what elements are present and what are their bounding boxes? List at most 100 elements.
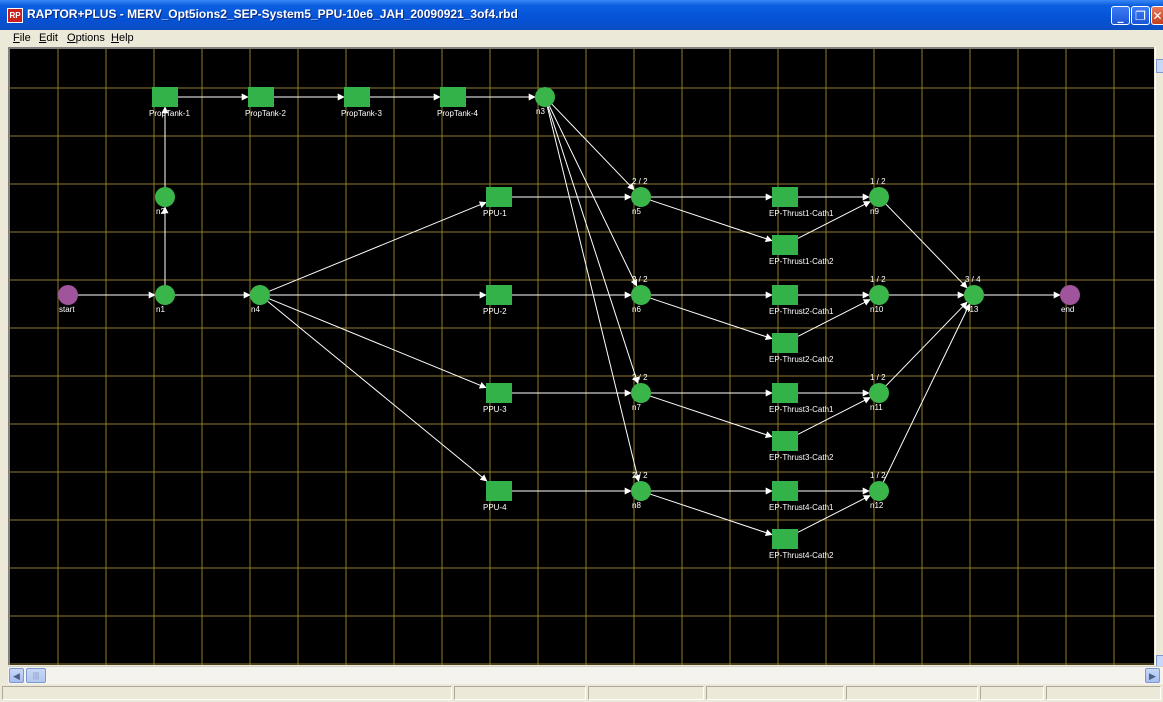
- menu-help[interactable]: Help: [111, 32, 134, 44]
- node-label-n12: n12: [870, 501, 884, 510]
- chevron-right-icon: ▶: [1149, 671, 1156, 681]
- node-label-n7: n7: [632, 403, 641, 412]
- node-vote-n9: 1 / 2: [870, 177, 886, 186]
- block-label-ppu3: PPU-3: [483, 405, 507, 414]
- block-t3c1[interactable]: [772, 383, 798, 403]
- block-t2c2[interactable]: [772, 333, 798, 353]
- connector-n7-t3c2[interactable]: [650, 395, 773, 438]
- connector-t3c2-n11[interactable]: [797, 397, 871, 435]
- block-label-t4c1: EP-Thrust4-Cath1: [769, 503, 834, 512]
- connector-t4c2-n12[interactable]: [797, 495, 871, 533]
- node-n7[interactable]: [631, 383, 651, 403]
- connector-n3-n6[interactable]: [548, 105, 638, 287]
- node-n12[interactable]: [869, 481, 889, 501]
- minimize-icon: _: [1117, 9, 1124, 23]
- title-bar[interactable]: RP RAPTOR+PLUS - MERV_Opt5ions2_SEP-Syst…: [0, 0, 1163, 30]
- node-vote-n11: 1 / 2: [870, 373, 886, 382]
- close-button[interactable]: ✕: [1151, 6, 1163, 25]
- node-n10[interactable]: [869, 285, 889, 305]
- app-window: RP RAPTOR+PLUS - MERV_Opt5ions2_SEP-Syst…: [0, 0, 1163, 702]
- status-panel-6: [980, 686, 1044, 700]
- block-label-t4c2: EP-Thrust4-Cath2: [769, 551, 834, 560]
- connector-n4-ppu3[interactable]: [269, 298, 487, 389]
- node-label-n6: n6: [632, 305, 641, 314]
- scroll-up-button[interactable]: [1156, 59, 1163, 73]
- horizontal-scrollbar[interactable]: ◀ ||| ▶: [8, 666, 1163, 684]
- connector-t1c2-n9[interactable]: [797, 201, 871, 239]
- minimize-button[interactable]: _: [1111, 6, 1130, 25]
- block-label-ppu1: PPU-1: [483, 209, 507, 218]
- block-t2c1[interactable]: [772, 285, 798, 305]
- rbd-diagram[interactable]: start end n1 n2 n3 n4 n5 2 / 2 n6 2 / 2 n7 2 / 2 n8 2…: [10, 49, 1154, 665]
- menu-file[interactable]: File: [13, 32, 31, 44]
- node-label-n2: n2: [156, 207, 165, 216]
- block-pt3[interactable]: [344, 87, 370, 107]
- connector-n6-t2c2[interactable]: [650, 297, 773, 340]
- block-ppu4[interactable]: [486, 481, 512, 501]
- block-label-ppu4: PPU-4: [483, 503, 507, 512]
- node-n6[interactable]: [631, 285, 651, 305]
- node-label-n10: n10: [870, 305, 884, 314]
- block-t4c1[interactable]: [772, 481, 798, 501]
- connector-n3-n7[interactable]: [547, 106, 640, 385]
- connector-n11-n13[interactable]: [885, 301, 968, 387]
- scroll-right-button[interactable]: ▶: [1145, 668, 1160, 683]
- window-title: RAPTOR+PLUS - MERV_Opt5ions2_SEP-System5…: [27, 7, 518, 21]
- block-label-t1c1: EP-Thrust1-Cath1: [769, 209, 834, 218]
- block-t4c2[interactable]: [772, 529, 798, 549]
- block-label-t1c2: EP-Thrust1-Cath2: [769, 257, 834, 266]
- node-n5[interactable]: [631, 187, 651, 207]
- menu-options[interactable]: Options: [67, 32, 105, 44]
- connector-n12-n13[interactable]: [882, 303, 971, 483]
- block-pt1[interactable]: [152, 87, 178, 107]
- status-panel-1: [2, 686, 452, 700]
- restore-icon: ❐: [1135, 9, 1146, 23]
- status-panel-5: [846, 686, 978, 700]
- status-panel-2: [454, 686, 586, 700]
- block-label-t3c2: EP-Thrust3-Cath2: [769, 453, 834, 462]
- block-label-t3c1: EP-Thrust3-Cath1: [769, 405, 834, 414]
- node-n9[interactable]: [869, 187, 889, 207]
- node-n2[interactable]: [155, 187, 175, 207]
- block-pt2[interactable]: [248, 87, 274, 107]
- node-vote-n12: 1 / 2: [870, 471, 886, 480]
- connector-n5-t1c2[interactable]: [650, 199, 773, 242]
- node-n4[interactable]: [250, 285, 270, 305]
- menu-bar: File Edit Options Help: [0, 30, 1163, 47]
- block-ppu2[interactable]: [486, 285, 512, 305]
- block-label-pt1: PropTank-1: [149, 109, 190, 118]
- connector-n3-n8[interactable]: [546, 106, 641, 482]
- block-pt4[interactable]: [440, 87, 466, 107]
- scroll-thumb[interactable]: |||: [26, 668, 46, 683]
- block-label-ppu2: PPU-2: [483, 307, 507, 316]
- block-label-pt4: PropTank-4: [437, 109, 478, 118]
- block-ppu3[interactable]: [486, 383, 512, 403]
- node-n13[interactable]: [964, 285, 984, 305]
- block-t1c1[interactable]: [772, 187, 798, 207]
- terminal-end[interactable]: [1060, 285, 1080, 305]
- close-icon: ✕: [1152, 9, 1163, 23]
- vertical-scrollbar[interactable]: [1155, 47, 1163, 669]
- node-vote-n5: 2 / 2: [632, 177, 648, 186]
- block-t3c2[interactable]: [772, 431, 798, 451]
- terminal-start[interactable]: [58, 285, 78, 305]
- status-panel-3: [588, 686, 704, 700]
- connector-n9-n13[interactable]: [885, 203, 968, 289]
- node-n8[interactable]: [631, 481, 651, 501]
- node-n1[interactable]: [155, 285, 175, 305]
- block-ppu1[interactable]: [486, 187, 512, 207]
- menu-edit[interactable]: Edit: [39, 32, 58, 44]
- connector-t2c2-n10[interactable]: [797, 299, 871, 337]
- connector-n4-ppu1[interactable]: [269, 201, 487, 292]
- node-vote-n8: 2 / 2: [632, 471, 648, 480]
- maximize-button[interactable]: ❐: [1131, 6, 1150, 25]
- node-n3[interactable]: [535, 87, 555, 107]
- block-label-t2c1: EP-Thrust2-Cath1: [769, 307, 834, 316]
- connections: [78, 93, 1061, 536]
- node-vote-n13: 3 / 4: [965, 275, 981, 284]
- connector-n8-t4c2[interactable]: [650, 493, 773, 536]
- diagram-canvas[interactable]: start end n1 n2 n3 n4 n5 2 / 2 n6 2 / 2 n7 2 / 2 n8 2…: [8, 47, 1154, 665]
- node-n11[interactable]: [869, 383, 889, 403]
- scroll-left-button[interactable]: ◀: [9, 668, 24, 683]
- block-t1c2[interactable]: [772, 235, 798, 255]
